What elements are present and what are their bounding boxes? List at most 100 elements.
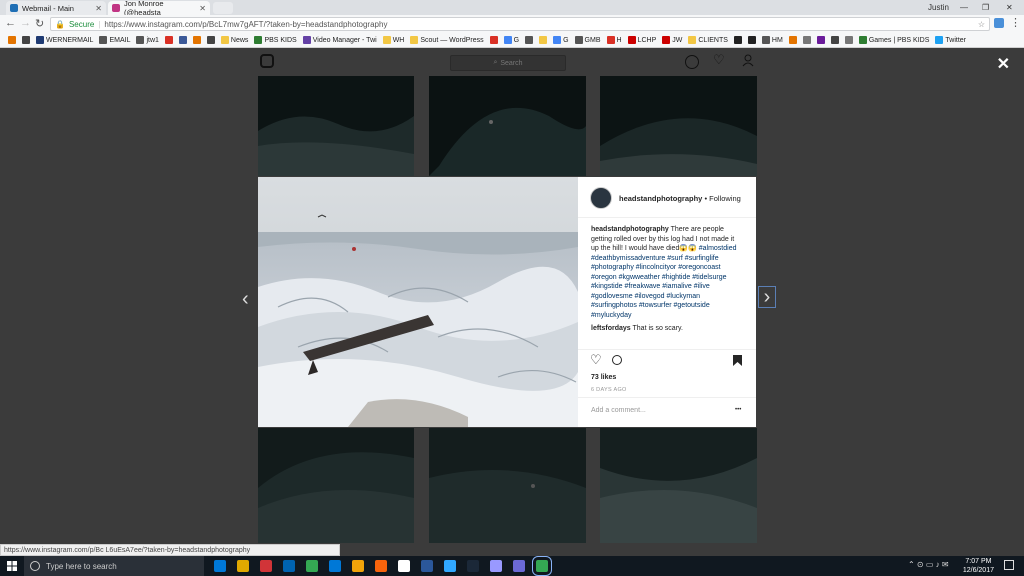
hashtag-link[interactable]: #kingstide	[591, 283, 623, 290]
menu-icon[interactable]: ⋮	[1010, 16, 1021, 29]
bookmark-item[interactable]: News	[220, 36, 248, 44]
bookmark-item[interactable]	[816, 36, 825, 44]
like-icon[interactable]: ♡	[590, 352, 602, 368]
taskbar-app-icon[interactable]	[532, 556, 552, 576]
bookmark-item[interactable]: WH	[382, 36, 404, 44]
windows-start-icon[interactable]	[7, 561, 17, 571]
hashtag-link[interactable]: #surfinglife	[685, 255, 719, 262]
hashtag-link[interactable]: #ilovegod	[635, 293, 665, 300]
profile-label[interactable]: Justin	[928, 0, 949, 14]
grid-thumbnail[interactable]	[429, 428, 586, 543]
hashtag-link[interactable]: #surfingphotos	[591, 302, 637, 309]
star-icon[interactable]: ☆	[978, 20, 985, 29]
close-window-icon[interactable]: ✕	[1006, 0, 1013, 14]
bookmark-item[interactable]: jtw1	[136, 36, 159, 44]
hashtag-link[interactable]: #myluckyday	[591, 312, 631, 319]
instagram-logo-icon[interactable]	[260, 54, 274, 68]
bookmark-item[interactable]	[747, 36, 756, 44]
hashtag-link[interactable]: #surf	[667, 255, 683, 262]
bookmark-item[interactable]	[489, 36, 498, 44]
hashtag-link[interactable]: #hightide	[662, 274, 690, 281]
taskbar-app-icon[interactable]	[375, 560, 387, 572]
comment-username[interactable]: leftsfordays	[591, 325, 631, 332]
bookmark-item[interactable]: JW	[662, 36, 682, 44]
explore-icon[interactable]	[685, 55, 699, 69]
hashtag-link[interactable]: #luckyman	[667, 293, 700, 300]
more-options-icon[interactable]: •••	[735, 407, 741, 413]
taskbar-app-icon[interactable]	[490, 560, 502, 572]
hashtag-link[interactable]: #getoutside	[674, 302, 710, 309]
bookmark-item[interactable]	[525, 36, 534, 44]
minimize-icon[interactable]: —	[960, 0, 968, 14]
system-tray-icons[interactable]: ⌃ ⊙ ▭ ♪ ✉	[908, 560, 949, 569]
avatar[interactable]	[590, 187, 612, 209]
bookmark-item[interactable]: Twitter	[935, 36, 966, 44]
taskbar-search-input[interactable]: Type here to search	[24, 556, 204, 576]
taskbar-app-icon[interactable]	[421, 560, 433, 572]
hashtag-link[interactable]: #photography	[591, 264, 634, 271]
tab-instagram[interactable]: Jon Monroe (@headsta ✕	[108, 0, 210, 17]
bookmark-item[interactable]: EMAIL	[99, 36, 130, 44]
maximize-icon[interactable]: ❐	[982, 0, 989, 14]
post-age[interactable]: 6 DAYS AGO	[591, 387, 627, 393]
bookmark-item[interactable]: G	[503, 36, 519, 44]
next-post-icon[interactable]: ›	[758, 286, 776, 308]
bookmark-item[interactable]	[164, 36, 173, 44]
clock[interactable]: 7:07 PM 12/6/2017	[963, 557, 994, 575]
grid-thumbnail[interactable]	[258, 428, 414, 543]
hashtag-link[interactable]: #oregon	[591, 274, 617, 281]
grid-thumbnail[interactable]	[429, 76, 586, 176]
back-icon[interactable]: ←	[5, 17, 16, 29]
taskbar-app-icon[interactable]	[329, 560, 341, 572]
bookmark-item[interactable]	[802, 36, 811, 44]
bookmark-item[interactable]	[788, 36, 797, 44]
hashtag-link[interactable]: #freakwave	[624, 283, 660, 290]
grid-thumbnail[interactable]	[600, 428, 757, 543]
taskbar-app-icon[interactable]	[214, 560, 226, 572]
taskbar-app-icon[interactable]	[352, 560, 364, 572]
bookmark-item[interactable]: Scout — WordPress	[410, 36, 484, 44]
close-tab-icon[interactable]: ✕	[95, 4, 102, 13]
taskbar-app-icon[interactable]	[467, 560, 479, 572]
bookmark-item[interactable]	[539, 36, 548, 44]
bookmark-item[interactable]: LCHP	[627, 36, 656, 44]
bookmark-item[interactable]	[206, 36, 215, 44]
username-link[interactable]: headstandphotography	[619, 194, 702, 203]
notifications-icon[interactable]	[1004, 560, 1014, 570]
bookmark-item[interactable]: GMB	[574, 36, 601, 44]
follow-status[interactable]: • Following	[704, 194, 740, 203]
close-tab-icon[interactable]: ✕	[199, 4, 206, 13]
new-tab-button[interactable]	[213, 2, 233, 14]
taskbar-app-icon[interactable]	[306, 560, 318, 572]
post-photo[interactable]	[258, 177, 578, 427]
hashtag-link[interactable]: #towsurfer	[639, 302, 672, 309]
bookmark-item[interactable]	[22, 36, 30, 44]
close-modal-icon[interactable]: ✕	[997, 54, 1010, 74]
extension-icon[interactable]	[994, 18, 1004, 28]
bookmark-item[interactable]	[733, 36, 742, 44]
reload-icon[interactable]: ↻	[35, 17, 44, 30]
bookmark-item[interactable]	[8, 36, 16, 44]
bookmark-item[interactable]	[830, 36, 839, 44]
taskbar-app-icon[interactable]	[398, 560, 410, 572]
search-input[interactable]: ⌕ Search	[450, 55, 566, 71]
bookmark-item[interactable]: Games | PBS KIDS	[858, 36, 929, 44]
add-comment-input[interactable]: Add a comment...	[591, 407, 646, 414]
hashtag-link[interactable]: #lincolncityor	[636, 264, 676, 271]
bookmark-item[interactable]: HM	[761, 36, 783, 44]
hashtag-link[interactable]: #almostdied	[699, 245, 737, 252]
bookmark-item[interactable]: WERNERMAIL	[36, 36, 93, 44]
hashtag-link[interactable]: #oregoncoast	[678, 264, 720, 271]
forward-icon[interactable]: →	[20, 17, 31, 29]
profile-icon[interactable]	[742, 54, 754, 67]
bookmark-item[interactable]: PBS KIDS	[254, 36, 297, 44]
grid-thumbnail[interactable]	[600, 76, 757, 176]
bookmark-item[interactable]	[844, 36, 853, 44]
bookmark-item[interactable]: H	[606, 36, 622, 44]
bookmark-item[interactable]: Video Manager - Twi	[302, 36, 377, 44]
caption-username[interactable]: headstandphotography	[591, 226, 669, 233]
bookmark-item[interactable]	[192, 36, 201, 44]
hashtag-link[interactable]: #deathbymissadventure	[591, 255, 665, 262]
bookmark-icon[interactable]	[733, 355, 742, 369]
bookmark-item[interactable]: G	[553, 36, 569, 44]
